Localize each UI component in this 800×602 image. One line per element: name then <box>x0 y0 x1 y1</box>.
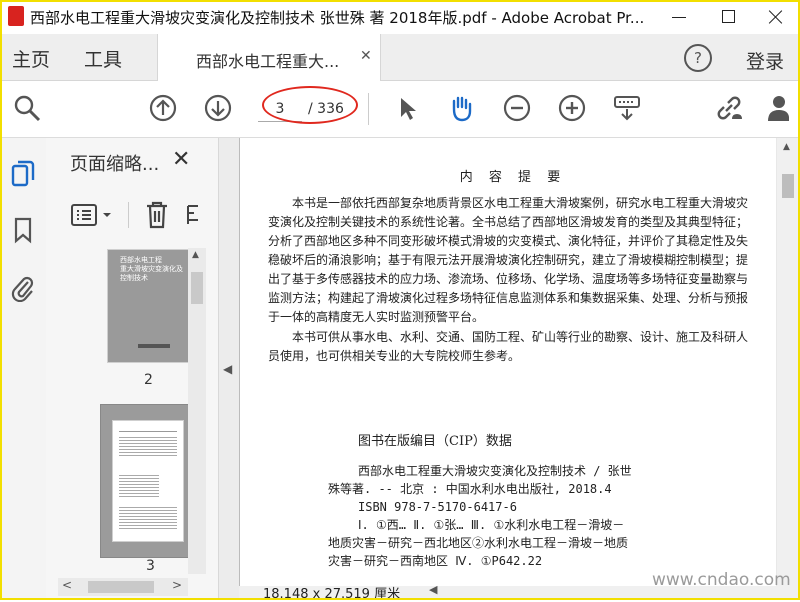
zoom-search-icon[interactable] <box>12 93 42 123</box>
delete-page-icon[interactable] <box>144 200 170 230</box>
publisher-logo <box>138 344 170 348</box>
more-tools-icon[interactable] <box>186 202 200 228</box>
tab-document[interactable]: 西部水电工程重大... ✕ <box>157 34 381 81</box>
thumbnail-number: 2 <box>144 372 153 388</box>
collapse-panel-handle[interactable]: ◀ <box>219 138 239 600</box>
panel-divider <box>128 202 129 228</box>
zoom-out-icon[interactable] <box>502 93 532 123</box>
scrollbar-thumb[interactable] <box>191 272 203 304</box>
cip-heading: 图书在版编目（CIP）数据 <box>358 434 512 449</box>
thumbnails-panel: 页面缩略... ✕ 西部水电工程 重大滑坡灾变演化及 控制技术 2 3 ▲ < … <box>46 138 219 600</box>
toolbar: / 336 <box>0 81 800 138</box>
thumbnail-number: 3 <box>146 558 155 574</box>
login-button[interactable]: 登录 <box>746 47 784 74</box>
title-bar: 西部水电工程重大滑坡灾变演化及控制技术 张世殊 著 2018年版.pdf - A… <box>0 0 800 34</box>
tab-bar: 主页 工具 西部水电工程重大... ✕ ? 登录 <box>0 34 800 81</box>
panel-title: 页面缩略... <box>70 154 160 175</box>
cip-record: 西部水电工程重大滑坡灾变演化及控制技术 / 张世 殊等著. -- 北京 : 中国… <box>328 464 632 568</box>
thumbnail-page-3 <box>113 421 183 541</box>
maximize-button[interactable] <box>706 4 750 30</box>
keyboard-scroll-icon[interactable] <box>612 93 642 123</box>
pdf-page: 内 容 提 要 本书是一部依托西部复杂地质背景区水电工程重大滑坡案例，研究水电工… <box>239 138 776 588</box>
share-link-icon[interactable] <box>714 93 744 123</box>
attachments-icon[interactable] <box>10 274 36 302</box>
minimize-button[interactable] <box>656 4 700 30</box>
document-vertical-scrollbar[interactable]: ▲ <box>777 138 800 588</box>
thumbnail-page-2[interactable]: 西部水电工程 重大滑坡灾变演化及 控制技术 <box>108 250 188 362</box>
hand-tool-icon[interactable] <box>446 93 476 123</box>
document-viewer: 内 容 提 要 本书是一部依托西部复杂地质背景区水电工程重大滑坡案例，研究水电工… <box>239 138 800 602</box>
navigation-rail <box>0 138 47 600</box>
tab-tools[interactable]: 工具 <box>84 45 122 72</box>
tab-home[interactable]: 主页 <box>12 45 50 72</box>
toolbar-divider <box>368 93 369 125</box>
summary-paragraph: 本书是一部依托西部复杂地质背景区水电工程重大滑坡案例，研究水电工程重大滑坡灾变演… <box>268 196 749 324</box>
select-cursor-icon[interactable] <box>392 93 422 123</box>
add-user-icon[interactable] <box>766 93 796 123</box>
scrollbar-thumb[interactable] <box>782 174 794 198</box>
close-panel-icon[interactable]: ✕ <box>172 147 190 172</box>
thumbnails-horizontal-scrollbar[interactable]: < > <box>58 578 188 596</box>
help-icon[interactable]: ? <box>684 44 712 72</box>
page-thumbnails-icon[interactable] <box>10 160 36 188</box>
document-tab-label: 西部水电工程重大... <box>196 52 340 71</box>
previous-page-icon[interactable] <box>148 93 178 123</box>
acrobat-logo-icon <box>8 6 24 26</box>
thumbnail-options-icon[interactable] <box>70 202 120 228</box>
page-dimensions: 18.148 x 27.519 厘米 <box>263 587 401 602</box>
thumbnail-cover-text: 西部水电工程 重大滑坡灾变演化及 控制技术 <box>120 256 183 282</box>
zoom-in-icon[interactable] <box>557 93 587 123</box>
thumbnails-vertical-scrollbar[interactable]: ▲ <box>188 248 206 574</box>
next-page-icon[interactable] <box>203 93 233 123</box>
summary-paragraph: 本书可供从事水电、水利、交通、国防工程、矿山等行业的勘察、设计、施工及科研人员使… <box>268 330 749 363</box>
summary-heading: 内 容 提 要 <box>459 170 567 185</box>
close-tab-icon[interactable]: ✕ <box>360 48 372 64</box>
thumbnail-page-3-selected[interactable] <box>100 404 194 558</box>
window-title: 西部水电工程重大滑坡灾变演化及控制技术 张世殊 著 2018年版.pdf - A… <box>30 9 645 27</box>
highlight-annotation <box>262 86 358 124</box>
watermark: www.cndao.com <box>652 570 791 590</box>
bookmarks-icon[interactable] <box>10 216 36 244</box>
close-window-button[interactable] <box>755 4 799 30</box>
